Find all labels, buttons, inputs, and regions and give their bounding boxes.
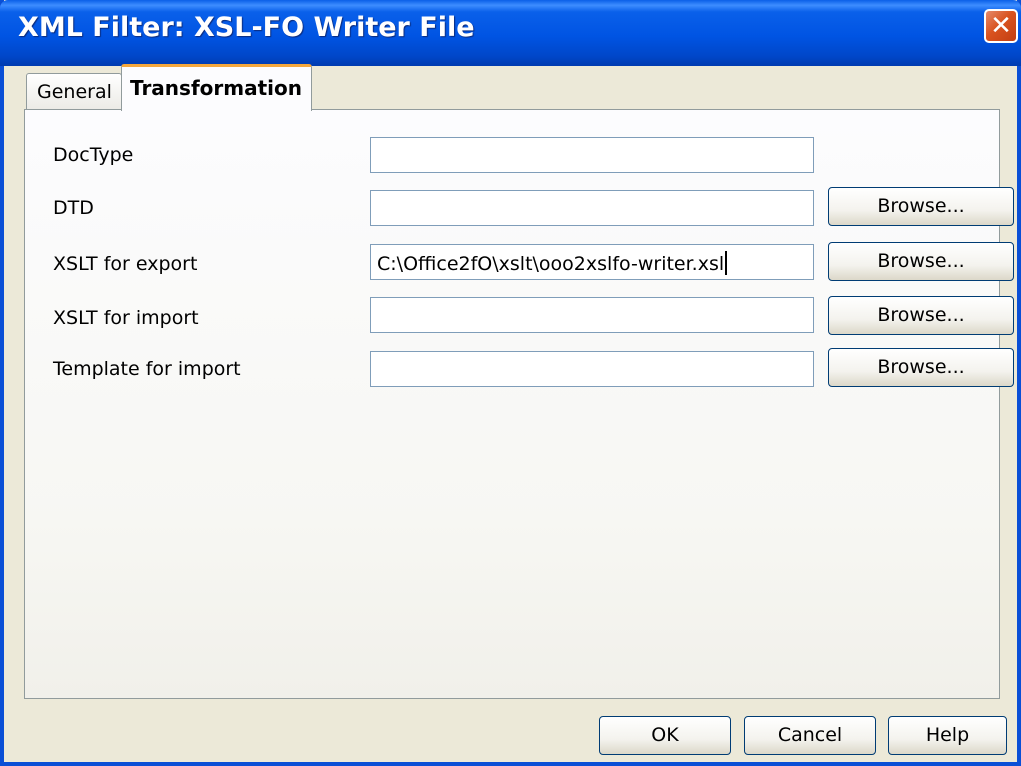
close-button[interactable]: ✕ [984, 9, 1018, 43]
tab-transformation[interactable]: Transformation [121, 64, 312, 111]
tab-transformation-label: Transformation [130, 76, 302, 100]
tab-general[interactable]: General [26, 73, 122, 109]
title-bar[interactable]: XML Filter: XSL-FO Writer File ✕ [0, 0, 1021, 66]
xslt-export-value: C:\Office2fO\xslt\ooo2xslfo-writer.xsl [377, 253, 725, 275]
template-import-field[interactable] [370, 351, 814, 387]
template-import-browse-button[interactable]: Browse... [828, 348, 1014, 387]
text-caret [725, 251, 728, 275]
dialog-window: XML Filter: XSL-FO Writer File ✕ General… [0, 0, 1021, 766]
xslt-export-browse-button[interactable]: Browse... [828, 242, 1014, 281]
dtd-label: DTD [53, 197, 94, 219]
tab-general-label: General [37, 81, 112, 103]
template-import-label: Template for import [53, 358, 241, 380]
ok-button[interactable]: OK [599, 716, 731, 755]
xslt-export-label: XSLT for export [53, 253, 198, 275]
close-icon: ✕ [990, 11, 1012, 41]
xslt-import-field[interactable] [370, 297, 814, 333]
cancel-button[interactable]: Cancel [744, 716, 876, 755]
dtd-field[interactable] [370, 190, 814, 226]
transformation-panel: DocType DTD Browse... XSLT for export C:… [24, 109, 1014, 699]
window-title: XML Filter: XSL-FO Writer File [18, 12, 475, 43]
help-button[interactable]: Help [888, 716, 1007, 755]
xslt-import-label: XSLT for import [53, 307, 199, 329]
xslt-import-browse-button[interactable]: Browse... [828, 296, 1014, 335]
xslt-export-field[interactable]: C:\Office2fO\xslt\ooo2xslfo-writer.xsl [370, 244, 814, 280]
dtd-browse-button[interactable]: Browse... [828, 187, 1014, 226]
doctype-field[interactable] [370, 137, 814, 173]
doctype-label: DocType [53, 144, 134, 166]
